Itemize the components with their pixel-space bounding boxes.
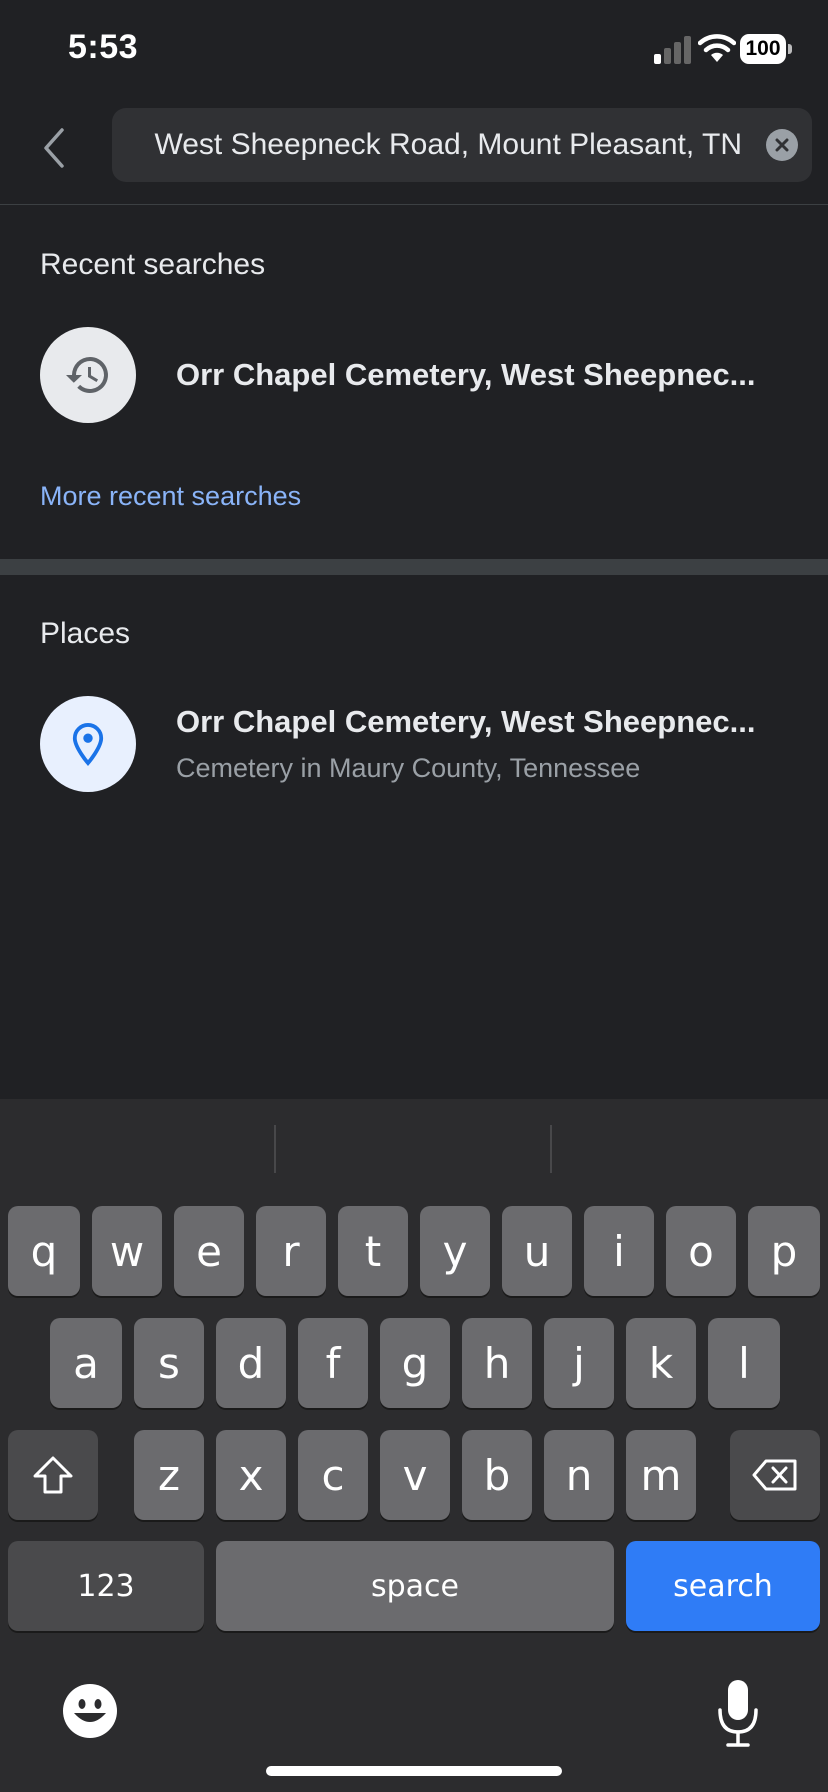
key-v[interactable]: v	[380, 1430, 450, 1520]
places-title: Places	[40, 617, 131, 650]
key-j[interactable]: j	[544, 1318, 614, 1408]
key-w[interactable]: w	[92, 1206, 162, 1296]
emoji-icon[interactable]	[62, 1683, 118, 1739]
status-time: 5:53	[68, 28, 139, 66]
key-r[interactable]: r	[256, 1206, 326, 1296]
place-subtitle: Cemetery in Maury County, Tennessee	[176, 753, 641, 783]
back-button[interactable]	[30, 118, 78, 178]
suggestion-separator	[550, 1125, 552, 1173]
battery-icon: 100	[740, 34, 792, 64]
key-y[interactable]: y	[420, 1206, 490, 1296]
key-q[interactable]: q	[8, 1206, 80, 1296]
section-divider	[0, 559, 828, 575]
key-h[interactable]: h	[462, 1318, 532, 1408]
backspace-icon	[752, 1459, 797, 1491]
battery-level: 100	[740, 34, 786, 64]
search-query-text: West Sheepneck Road, Mount Pleasant, TN	[154, 128, 742, 161]
shift-icon	[33, 1456, 73, 1494]
status-bar: 5:53 100	[0, 0, 828, 100]
clear-search-button[interactable]	[766, 129, 798, 161]
shift-key[interactable]	[8, 1430, 98, 1520]
place-result-item[interactable]: Orr Chapel Cemetery, West Sheepnec... Ce…	[40, 696, 800, 792]
history-icon	[66, 357, 108, 393]
wifi-icon	[698, 34, 736, 62]
key-b[interactable]: b	[462, 1430, 532, 1520]
recent-item-title: Orr Chapel Cemetery, West Sheepnec...	[176, 357, 756, 392]
key-g[interactable]: g	[380, 1318, 450, 1408]
place-icon-circle	[40, 696, 136, 792]
chevron-left-icon	[44, 128, 64, 168]
place-title: Orr Chapel Cemetery, West Sheepnec...	[176, 704, 756, 739]
key-o[interactable]: o	[666, 1206, 736, 1296]
battery-cap	[788, 44, 792, 54]
cellular-signal-icon	[654, 36, 691, 64]
key-e[interactable]: e	[174, 1206, 244, 1296]
location-pin-icon	[72, 723, 104, 766]
key-m[interactable]: m	[626, 1430, 696, 1520]
key-i[interactable]: i	[584, 1206, 654, 1296]
more-recent-searches-link[interactable]: More recent searches	[40, 481, 301, 512]
key-k[interactable]: k	[626, 1318, 696, 1408]
key-c[interactable]: c	[298, 1430, 368, 1520]
search-header: West Sheepneck Road, Mount Pleasant, TN	[0, 100, 828, 205]
key-z[interactable]: z	[134, 1430, 204, 1520]
suggestion-separator	[274, 1125, 276, 1173]
key-u[interactable]: u	[502, 1206, 572, 1296]
search-key[interactable]: search	[626, 1541, 820, 1631]
key-a[interactable]: a	[50, 1318, 122, 1408]
space-key[interactable]: space	[216, 1541, 614, 1631]
microphone-icon[interactable]	[714, 1678, 762, 1748]
recent-search-item[interactable]: Orr Chapel Cemetery, West Sheepnec...	[40, 327, 800, 423]
numbers-key[interactable]: 123	[8, 1541, 204, 1631]
key-l[interactable]: l	[708, 1318, 780, 1408]
recent-searches-title: Recent searches	[40, 248, 266, 281]
key-t[interactable]: t	[338, 1206, 408, 1296]
key-f[interactable]: f	[298, 1318, 368, 1408]
home-indicator	[266, 1766, 562, 1776]
key-n[interactable]: n	[544, 1430, 614, 1520]
backspace-key[interactable]	[730, 1430, 820, 1520]
close-icon	[775, 138, 789, 152]
key-x[interactable]: x	[216, 1430, 286, 1520]
search-input[interactable]: West Sheepneck Road, Mount Pleasant, TN	[112, 108, 812, 182]
recent-item-icon-circle	[40, 327, 136, 423]
key-d[interactable]: d	[216, 1318, 286, 1408]
key-p[interactable]: p	[748, 1206, 820, 1296]
key-s[interactable]: s	[134, 1318, 204, 1408]
